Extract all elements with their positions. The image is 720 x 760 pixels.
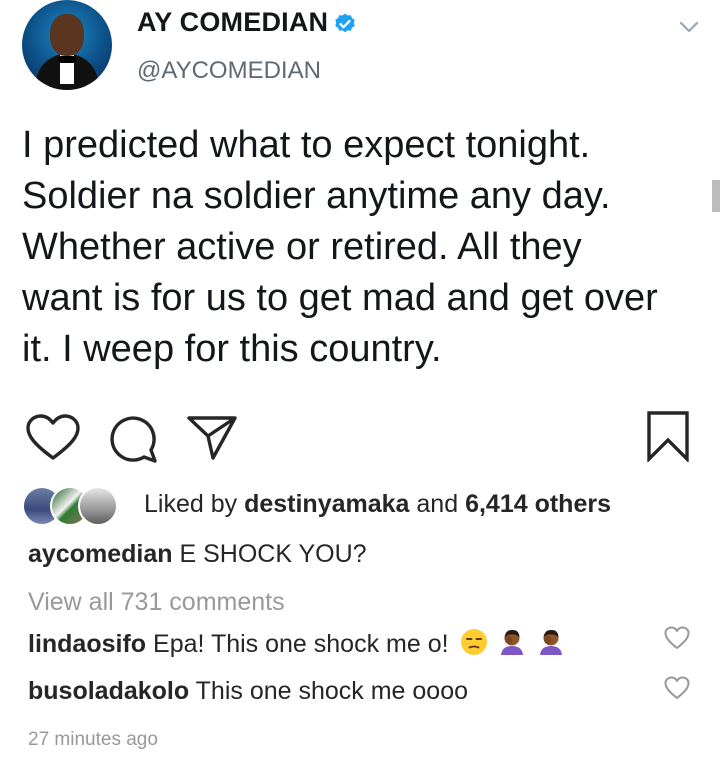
post-timestamp: 27 minutes ago: [28, 729, 158, 750]
post-caption: aycomedian E SHOCK YOU?: [28, 540, 367, 569]
comment-username[interactable]: lindaosifo: [28, 630, 146, 658]
likes-conjunction: and: [416, 490, 459, 518]
heart-icon[interactable]: [26, 414, 80, 462]
tweet-handle[interactable]: @AYCOMEDIAN: [137, 57, 321, 85]
comment-row: busoladakolo This one shock me oooo: [28, 677, 468, 706]
tweet-avatar[interactable]: [22, 0, 112, 90]
liker-username[interactable]: destinyamaka: [244, 490, 409, 518]
caption-text: E SHOCK YOU?: [179, 540, 367, 568]
likes-others-count[interactable]: 6,414 others: [465, 490, 611, 518]
verified-badge-icon: [335, 13, 355, 33]
avatar-bowtie: [58, 56, 76, 63]
liker-avatar[interactable]: [78, 486, 118, 526]
unamused-face-emoji: [460, 629, 487, 655]
bookmark-icon[interactable]: [646, 410, 690, 462]
likes-summary[interactable]: Liked by destinyamaka and 6,414 others: [144, 490, 611, 519]
scrollbar-thumb[interactable]: [712, 180, 720, 212]
caption-username[interactable]: aycomedian: [28, 540, 173, 568]
chevron-down-icon[interactable]: [676, 14, 702, 40]
comment-username[interactable]: busoladakolo: [28, 677, 189, 705]
view-all-comments-link[interactable]: View all 731 comments: [28, 588, 285, 617]
comment-text: This one shock me oooo: [195, 677, 469, 705]
tweet-text: I predicted what to expect tonight. Sold…: [22, 124, 658, 370]
facepalm-emoji: [501, 629, 524, 655]
comment-row: lindaosifo Epa! This one shock me o!: [28, 628, 565, 659]
avatar-face: [50, 14, 84, 56]
comment-like-heart-icon[interactable]: [664, 676, 690, 700]
comment-text: Epa! This one shock me o!: [153, 630, 449, 658]
embedded-tweet: AY COMEDIAN @AYCOMEDIAN I predicted what…: [0, 0, 720, 392]
likes-prefix: Liked by: [144, 490, 238, 518]
comment-like-heart-icon[interactable]: [664, 626, 690, 650]
share-icon[interactable]: [186, 414, 238, 462]
facepalm-emoji: [540, 629, 563, 655]
comment-icon[interactable]: [108, 414, 158, 464]
liker-avatars[interactable]: [22, 486, 132, 526]
tweet-display-name[interactable]: AY COMEDIAN: [137, 7, 328, 38]
